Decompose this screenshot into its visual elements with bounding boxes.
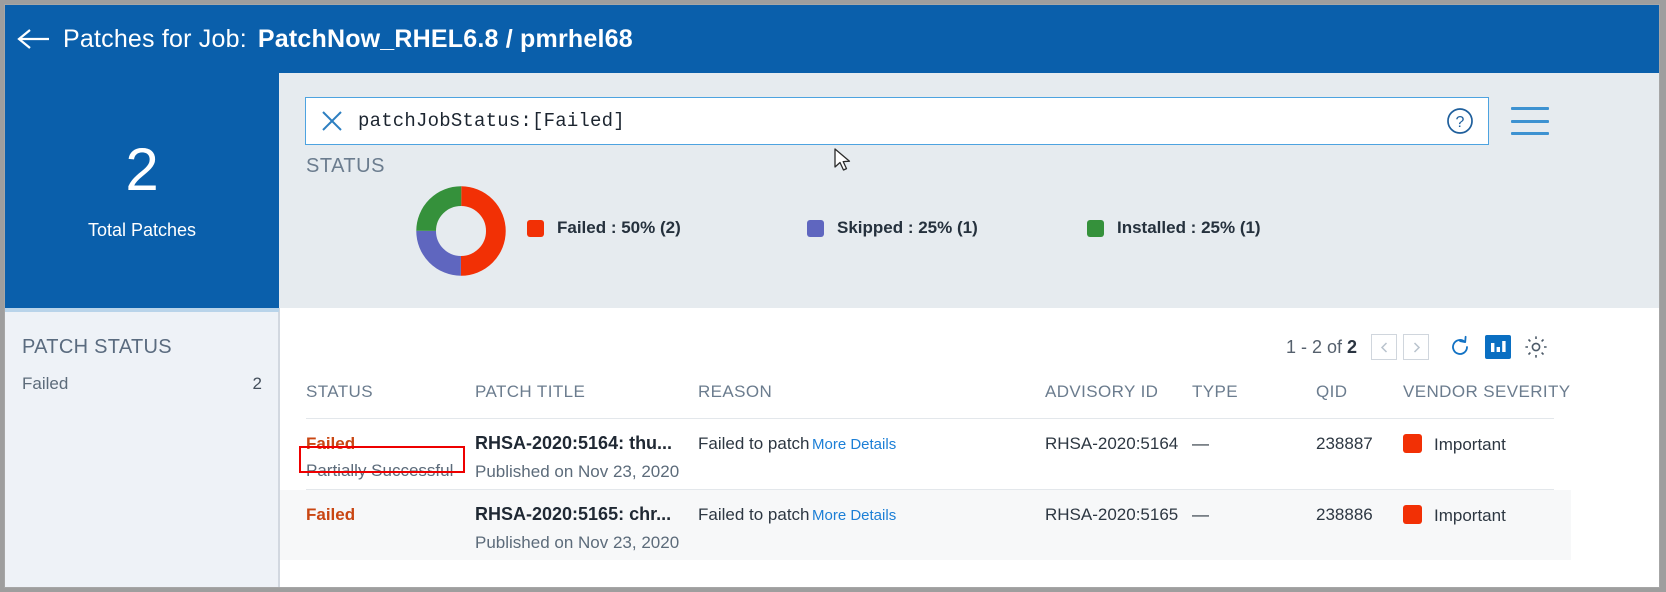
legend-swatch-skipped xyxy=(807,220,824,237)
pagination-total: 2 xyxy=(1347,337,1357,357)
legend-label-failed: Failed : 50% (2) xyxy=(557,218,681,238)
titlebar-filler xyxy=(1571,5,1660,73)
cell-vendor-severity: Important xyxy=(1403,434,1506,455)
status-chart-legend: Failed : 50% (2) Skipped : 25% (1) Insta… xyxy=(527,218,1537,244)
table-row[interactable]: Failed RHSA-2020:5165: chr... Published … xyxy=(280,490,1571,560)
legend-item-failed[interactable]: Failed : 50% (2) xyxy=(527,218,681,238)
close-icon[interactable] xyxy=(306,98,358,144)
search-input[interactable]: patchJobStatus:[Failed] xyxy=(358,110,1432,132)
patches-table-panel: 1 - 2 of 2 xyxy=(279,308,1571,588)
cell-advisory-id: RHSA-2020:5165 xyxy=(1045,505,1178,525)
cell-published: Published on Nov 23, 2020 xyxy=(475,533,679,553)
legend-label-skipped: Skipped : 25% (1) xyxy=(837,218,978,238)
cell-status: Failed xyxy=(306,505,355,525)
cell-vendor-severity: Important xyxy=(1403,505,1506,526)
legend-item-installed[interactable]: Installed : 25% (1) xyxy=(1087,218,1261,238)
cell-type: — xyxy=(1192,434,1209,454)
page-title-job: PatchNow_RHEL6.8 / pmrhel68 xyxy=(258,25,633,54)
cell-type: — xyxy=(1192,505,1209,525)
cell-published: Published on Nov 23, 2020 xyxy=(475,462,679,482)
patch-status-panel: PATCH STATUS Failed 2 xyxy=(5,312,279,588)
sidebar: 2 Total Patches PATCH STATUS Failed 2 xyxy=(5,73,279,588)
legend-swatch-failed xyxy=(527,220,544,237)
column-header-reason[interactable]: REASON xyxy=(698,382,772,402)
mouse-cursor-icon xyxy=(834,148,852,174)
column-header-vendor-severity[interactable]: VENDOR SEVERITY xyxy=(1403,382,1571,402)
patch-status-title: PATCH STATUS xyxy=(22,336,172,359)
app-window: Patches for Job: PatchNow_RHEL6.8 / pmrh… xyxy=(4,4,1660,588)
gear-icon[interactable] xyxy=(1519,332,1553,362)
cell-status: Failed xyxy=(306,434,355,454)
tablearea-filler xyxy=(1571,308,1660,588)
cell-qid: 238886 xyxy=(1316,505,1373,525)
total-patches-count: 2 xyxy=(125,140,158,200)
chevron-right-icon xyxy=(1411,341,1422,354)
help-circle-icon[interactable]: ? xyxy=(1432,98,1488,144)
pagination-next-button[interactable] xyxy=(1403,334,1429,360)
page-title: Patches for Job: PatchNow_RHEL6.8 / pmrh… xyxy=(63,25,633,54)
page-header: Patches for Job: PatchNow_RHEL6.8 / pmrh… xyxy=(5,5,1571,73)
back-arrow-icon[interactable] xyxy=(5,5,63,73)
pagination-info: 1 - 2 of 2 xyxy=(1286,337,1357,358)
severity-label: Important xyxy=(1434,435,1506,454)
refresh-icon[interactable] xyxy=(1443,332,1477,362)
search-and-chart-panel: patchJobStatus:[Failed] ? STATUS Failed … xyxy=(279,73,1571,308)
severity-label: Important xyxy=(1434,506,1506,525)
hamburger-menu-icon[interactable] xyxy=(1511,107,1549,135)
patch-status-row-label: Failed xyxy=(22,374,68,394)
cell-patch-title[interactable]: RHSA-2020:5164: thu... xyxy=(475,433,672,454)
cell-reason: Failed to patch xyxy=(698,434,810,454)
status-donut-chart xyxy=(415,185,507,277)
pagination-range: 1 - 2 of xyxy=(1286,337,1342,357)
severity-swatch xyxy=(1403,434,1422,453)
cell-reason: Failed to patch xyxy=(698,505,810,525)
column-header-patch-title[interactable]: PATCH TITLE xyxy=(475,382,585,402)
column-header-qid[interactable]: QID xyxy=(1316,382,1347,402)
cell-more-details-link[interactable]: More Details xyxy=(812,436,896,453)
column-header-advisory-id[interactable]: ADVISORY ID xyxy=(1045,382,1158,402)
table-toolbar: 1 - 2 of 2 xyxy=(1286,332,1553,362)
bar-chart-icon[interactable] xyxy=(1485,335,1511,359)
toppanel-filler xyxy=(1571,73,1660,308)
page-title-prefix: Patches for Job: xyxy=(63,25,247,54)
cell-substatus: Partially Successful xyxy=(306,461,453,481)
table-header-row: STATUS PATCH TITLE REASON ADVISORY ID TY… xyxy=(280,382,1571,414)
legend-swatch-installed xyxy=(1087,220,1104,237)
column-header-type[interactable]: TYPE xyxy=(1192,382,1238,402)
patch-status-row-failed[interactable]: Failed 2 xyxy=(22,374,262,394)
total-patches-card: 2 Total Patches xyxy=(5,73,279,308)
column-header-status[interactable]: STATUS xyxy=(306,382,373,402)
cell-patch-title[interactable]: RHSA-2020:5165: chr... xyxy=(475,504,671,525)
cell-advisory-id: RHSA-2020:5164 xyxy=(1045,434,1178,454)
severity-swatch xyxy=(1403,505,1422,524)
pagination-prev-button[interactable] xyxy=(1371,334,1397,360)
legend-label-installed: Installed : 25% (1) xyxy=(1117,218,1261,238)
cell-more-details-link[interactable]: More Details xyxy=(812,507,896,524)
cell-qid: 238887 xyxy=(1316,434,1373,454)
patch-status-row-value: 2 xyxy=(253,374,262,394)
chevron-left-icon xyxy=(1379,341,1390,354)
total-patches-label: Total Patches xyxy=(88,220,196,241)
svg-text:?: ? xyxy=(1456,114,1465,131)
table-row[interactable]: Failed Partially Successful RHSA-2020:51… xyxy=(280,419,1571,489)
status-chart-label: STATUS xyxy=(306,155,385,178)
search-bar[interactable]: patchJobStatus:[Failed] ? xyxy=(305,97,1489,145)
legend-item-skipped[interactable]: Skipped : 25% (1) xyxy=(807,218,978,238)
